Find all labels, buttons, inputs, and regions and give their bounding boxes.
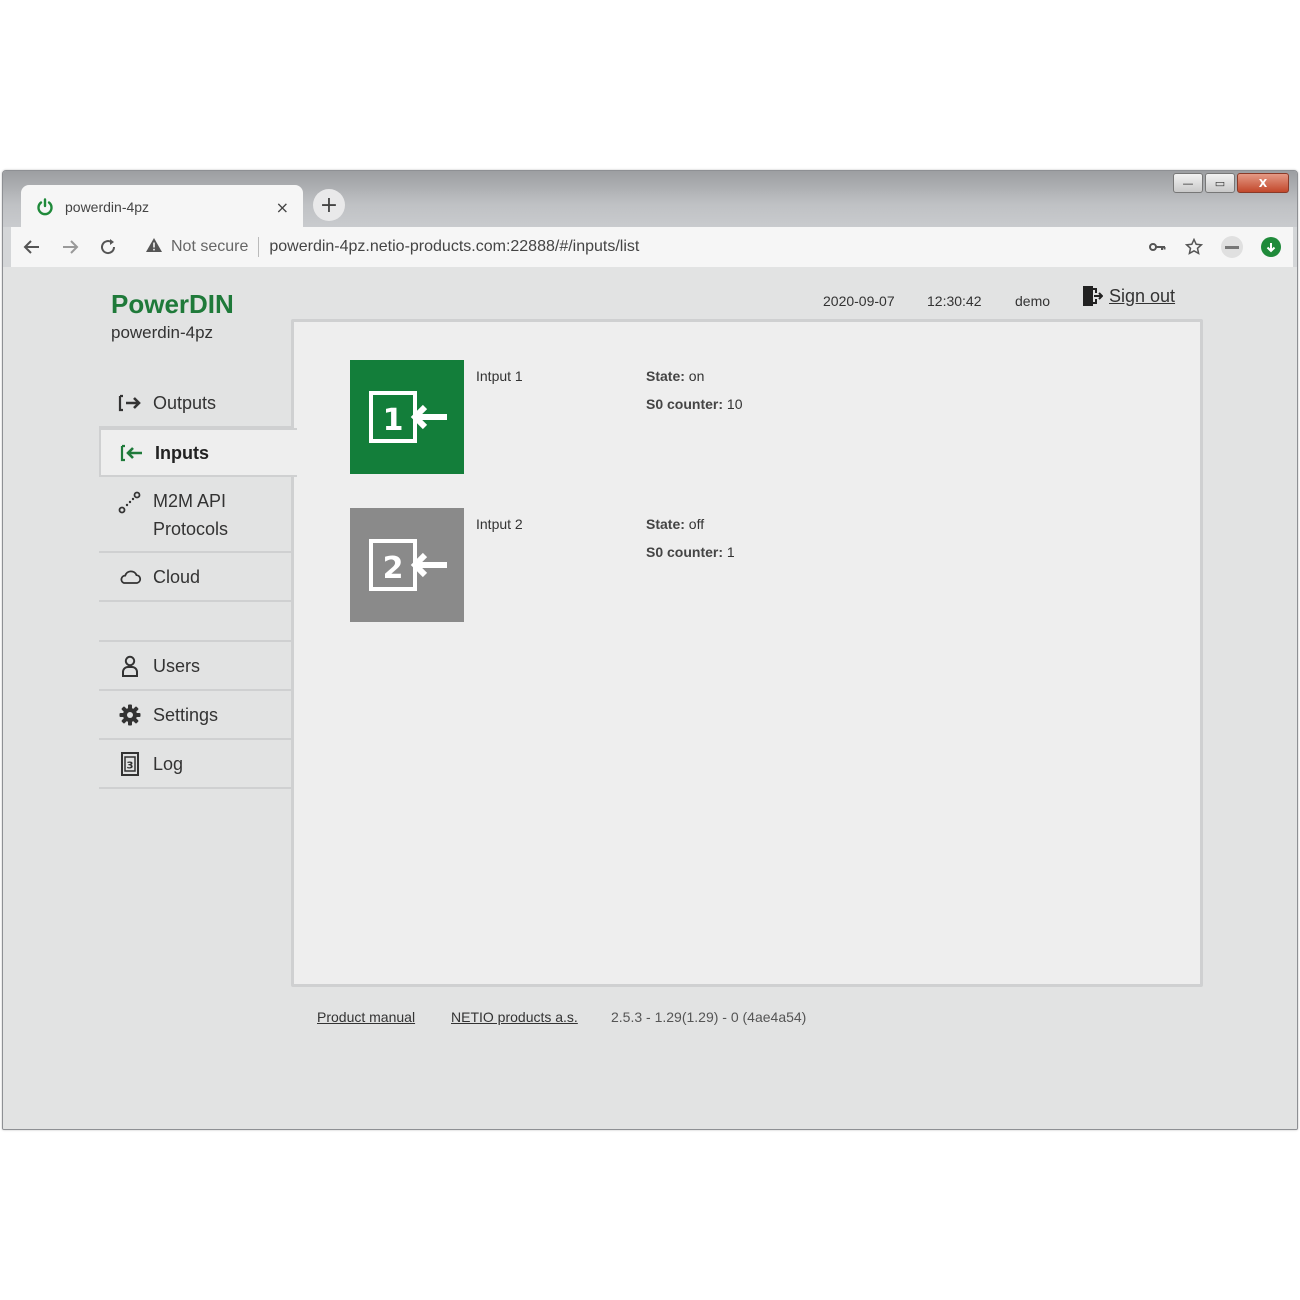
- input-tile-1[interactable]: 1: [350, 360, 464, 474]
- browser-toolbar: Not secure powerdin-4pz.netio-products.c…: [11, 227, 1293, 267]
- sidebar-item-label: M2M API: [153, 491, 227, 511]
- browser-tab[interactable]: powerdin-4pz ×: [21, 185, 303, 229]
- title-bar: — ▭ X powerdin-4pz × +: [3, 171, 1297, 229]
- input-number: 2: [383, 551, 404, 586]
- header-date: 2020-09-07: [823, 293, 895, 309]
- m2m-api-icon: [117, 491, 143, 515]
- sidebar-item-label: Outputs: [153, 392, 217, 413]
- sidebar-item-cloud[interactable]: Cloud: [99, 553, 293, 602]
- device-hostname: powerdin-4pz: [111, 323, 214, 342]
- brand-logo: PowerDIN: [111, 289, 234, 319]
- counter-label: S0 counter:: [646, 396, 724, 412]
- maximize-button[interactable]: ▭: [1205, 173, 1235, 193]
- forward-arrow-icon[interactable]: [53, 230, 87, 264]
- counter-value: 1: [726, 544, 735, 560]
- sidebar-item-inputs[interactable]: Inputs: [99, 428, 297, 477]
- warning-icon: [145, 237, 163, 257]
- sidebar-item-label: Cloud: [153, 566, 201, 587]
- state-label: State:: [646, 516, 685, 532]
- cloud-icon: [117, 569, 143, 585]
- tab-close-icon[interactable]: ×: [276, 198, 289, 217]
- outputs-icon: [117, 394, 143, 412]
- input-card: 2 Intput 2 State: off S0 counter: 1: [350, 508, 1050, 622]
- input-tile-2[interactable]: 2: [350, 508, 464, 622]
- sidebar-item-label: Inputs: [155, 442, 209, 463]
- input-state: State: on: [646, 368, 704, 384]
- user-icon: [117, 655, 143, 677]
- product-manual-link[interactable]: Product manual: [317, 1009, 415, 1025]
- sidebar-item-users[interactable]: Users: [99, 642, 293, 691]
- sidebar-item-m2m-api[interactable]: M2M API Protocols: [99, 477, 293, 553]
- page-content: PowerDIN powerdin-4pz 2020-09-07 12:30:4…: [3, 267, 1297, 1129]
- header-user: demo: [1015, 293, 1051, 309]
- omnibox-divider: [258, 237, 260, 257]
- address-bar[interactable]: Not secure powerdin-4pz.netio-products.c…: [145, 227, 639, 267]
- footer-company-link-wrap: NETIO products a.s.: [451, 1009, 578, 1025]
- key-icon[interactable]: [1149, 241, 1167, 253]
- sidebar-item-outputs[interactable]: Outputs: [99, 379, 293, 428]
- not-secure-label: Not secure: [171, 238, 249, 255]
- input-state: State: off: [646, 516, 704, 532]
- toolbar-actions: [1149, 227, 1281, 267]
- state-label: State:: [646, 368, 685, 384]
- sidebar-item-settings[interactable]: Settings: [99, 691, 293, 740]
- close-window-button[interactable]: X: [1237, 173, 1289, 193]
- counter-label: S0 counter:: [646, 544, 724, 560]
- sign-out-icon: [1083, 286, 1103, 306]
- company-link[interactable]: NETIO products a.s.: [451, 1009, 578, 1025]
- sidebar-item-label: Log: [153, 753, 184, 774]
- browser-window: — ▭ X powerdin-4pz × + Not secure powerd…: [2, 170, 1298, 1130]
- state-value: on: [688, 368, 705, 384]
- extension-green-icon[interactable]: [1261, 237, 1281, 257]
- new-tab-button[interactable]: +: [313, 189, 345, 221]
- tab-title: powerdin-4pz: [65, 199, 150, 215]
- input-counter: S0 counter: 1: [646, 544, 735, 560]
- sidebar-item-label: Settings: [153, 704, 219, 725]
- star-icon[interactable]: [1185, 238, 1203, 256]
- sidebar-item-log[interactable]: 3 Log: [99, 740, 293, 789]
- sign-out-label[interactable]: Sign out: [1109, 286, 1175, 307]
- inputs-panel: 1 Intput 1 State: on S0 counter: 10 2 In…: [291, 319, 1203, 987]
- minimize-button[interactable]: —: [1173, 173, 1203, 193]
- window-controls: — ▭ X: [1173, 173, 1289, 193]
- extension-icon[interactable]: [1221, 236, 1243, 258]
- header-time: 12:30:42: [927, 293, 982, 309]
- svg-text:3: 3: [127, 760, 134, 771]
- firmware-version: 2.5.3 - 1.29(1.29) - 0 (4ae4a54): [611, 1009, 807, 1025]
- input-name: Intput 1: [476, 368, 523, 384]
- inputs-icon: [119, 444, 145, 462]
- input-card: 1 Intput 1 State: on S0 counter: 10: [350, 360, 1050, 474]
- state-value: off: [688, 516, 705, 532]
- input-name: Intput 2: [476, 516, 523, 532]
- sidebar-spacer: [99, 602, 293, 642]
- sidebar-item-label-group: M2M API Protocols: [153, 487, 228, 543]
- input-counter: S0 counter: 10: [646, 396, 742, 412]
- url-text[interactable]: powerdin-4pz.netio-products.com:22888/#/…: [269, 238, 639, 256]
- footer-manual-link-wrap: Product manual: [317, 1009, 415, 1025]
- power-icon: [35, 197, 55, 217]
- input-arrow-icon: 2: [369, 539, 447, 591]
- input-arrow-icon: 1: [369, 391, 447, 443]
- sidebar-item-label-2: Protocols: [153, 519, 229, 539]
- log-icon: 3: [117, 751, 143, 776]
- sidebar-item-label: Users: [153, 655, 201, 676]
- reload-icon[interactable]: [91, 230, 125, 264]
- back-arrow-icon[interactable]: [15, 230, 49, 264]
- sign-out-button[interactable]: Sign out: [1081, 285, 1175, 307]
- counter-value: 10: [726, 396, 743, 412]
- gear-icon: [117, 704, 143, 726]
- input-number: 1: [383, 403, 404, 438]
- sidebar-nav: Outputs Inputs M2M API Protocols Cloud U…: [99, 379, 297, 789]
